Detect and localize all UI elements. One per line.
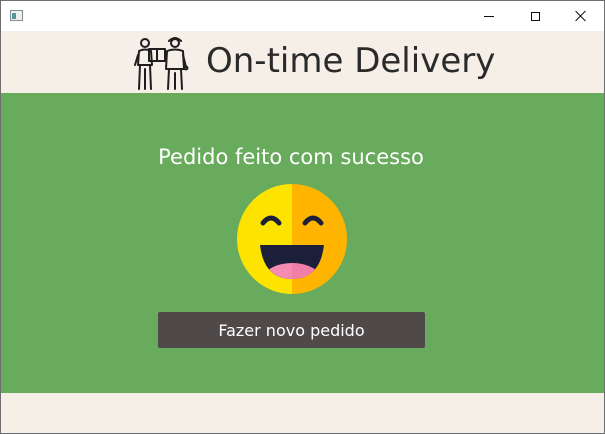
close-button[interactable] (558, 1, 604, 31)
header: On-time Delivery (1, 31, 604, 93)
app-window: On-time Delivery Pedido feito com sucess… (0, 0, 605, 434)
minimize-button[interactable] (466, 1, 512, 31)
success-message: Pedido feito com sucesso (158, 145, 424, 169)
footer (1, 393, 604, 433)
maximize-icon (530, 11, 540, 21)
app-window-icon (10, 10, 23, 21)
main-panel: Pedido feito com sucesso Fazer novo pedi… (1, 93, 604, 393)
delivery-people-icon (134, 37, 189, 90)
title-bar[interactable] (1, 1, 604, 31)
minimize-icon (484, 15, 494, 17)
new-order-button[interactable]: Fazer novo pedido (158, 312, 425, 348)
maximize-button[interactable] (512, 1, 558, 31)
app-title: On-time Delivery (206, 41, 496, 81)
close-icon (575, 10, 587, 22)
laughing-face-emoji-icon (237, 184, 347, 294)
